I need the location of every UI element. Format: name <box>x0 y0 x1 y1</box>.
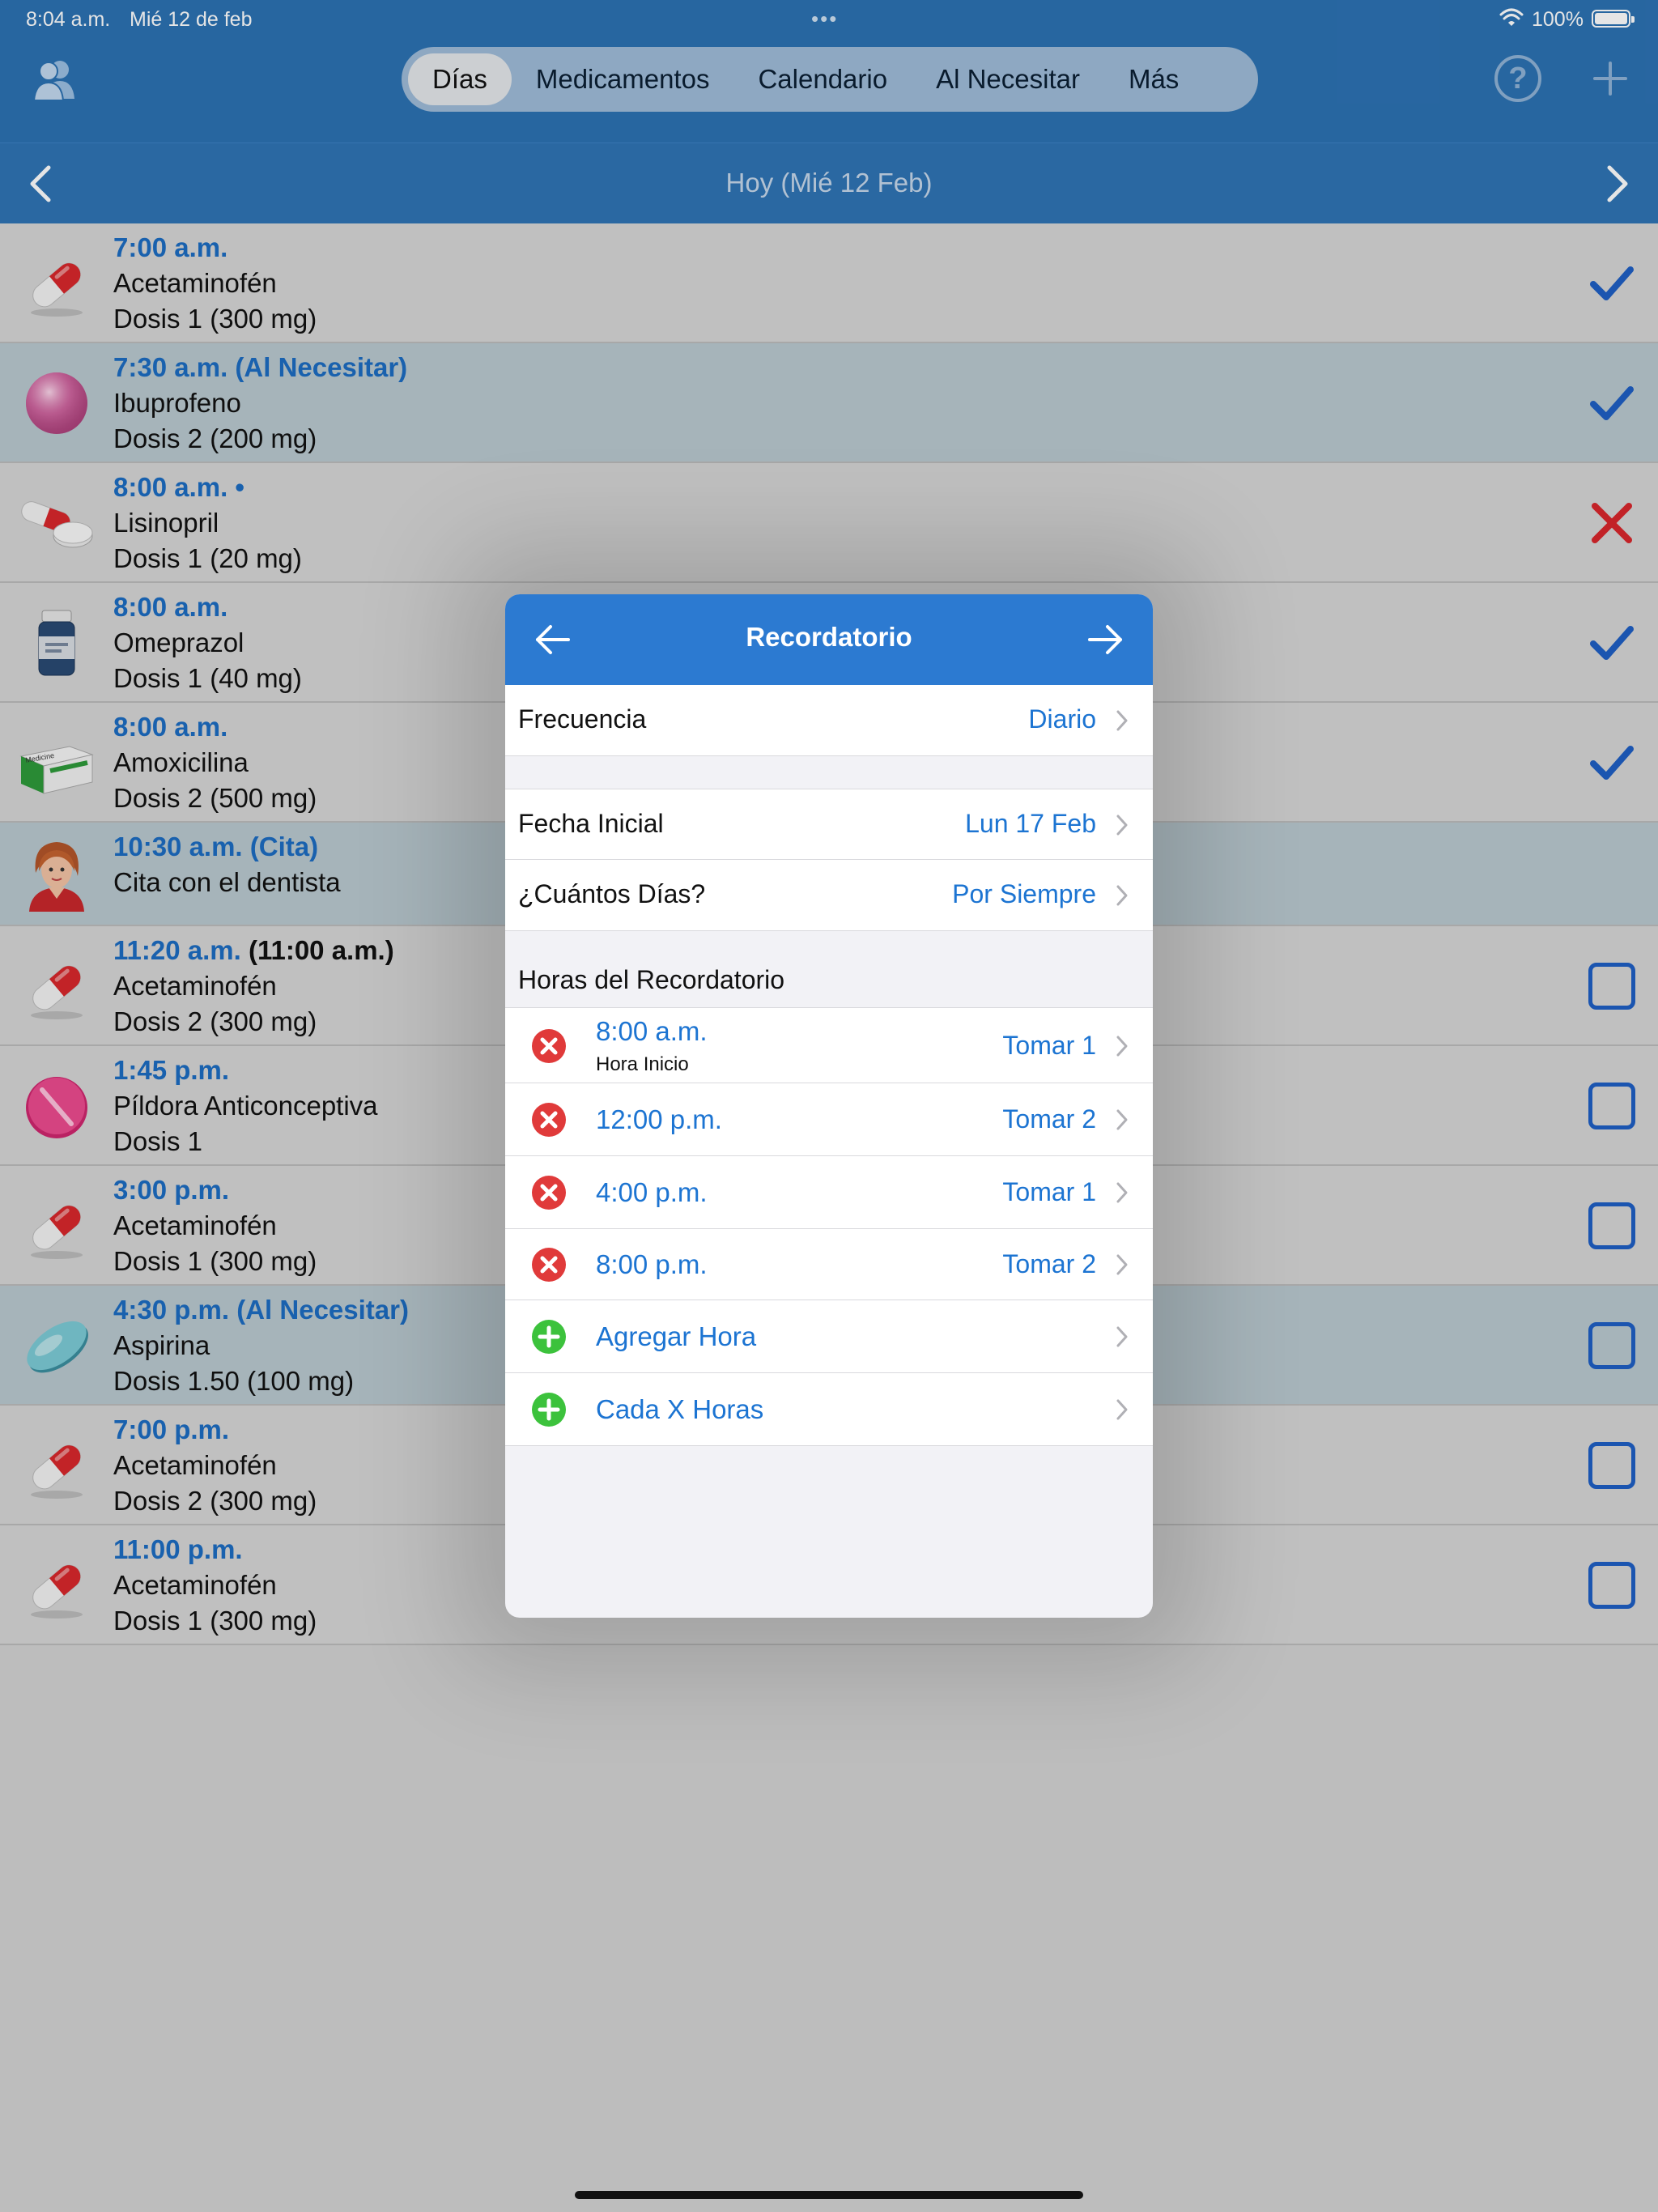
chevron-right-icon <box>1116 710 1128 731</box>
reminder-time-subtitle: Hora Inicio <box>596 1053 689 1075</box>
chevron-right-icon <box>1116 1254 1128 1275</box>
reminder-time-row[interactable]: 12:00 p.m. Tomar 2 <box>505 1083 1153 1156</box>
chevron-right-icon <box>1116 885 1128 906</box>
reminder-time-row[interactable]: 8:00 a.m. Hora Inicio Tomar 1 <box>505 1007 1153 1083</box>
reminder-time: 4:00 p.m. <box>596 1177 708 1207</box>
chevron-right-icon <box>1116 1399 1128 1420</box>
reminder-time-row[interactable]: 8:00 p.m. Tomar 2 <box>505 1229 1153 1300</box>
forward-arrow-icon[interactable] <box>1083 619 1127 661</box>
add-circle-icon <box>532 1393 566 1427</box>
add-circle-icon <box>532 1320 566 1354</box>
reminder-take-amount: Tomar 1 <box>1002 1177 1096 1206</box>
reminder-take-amount: Tomar 1 <box>1002 1031 1096 1060</box>
reminder-take-amount: Tomar 2 <box>1002 1104 1096 1134</box>
add-time-row[interactable]: Agregar Hora <box>505 1300 1153 1373</box>
home-indicator[interactable] <box>575 2191 1083 2199</box>
every-x-hours-label: Cada X Horas <box>596 1394 764 1424</box>
modal-header: Recordatorio <box>505 594 1153 685</box>
remove-circle-icon[interactable] <box>531 1102 567 1138</box>
chevron-right-icon <box>1116 1036 1128 1057</box>
chevron-right-icon <box>1116 1109 1128 1130</box>
start-date-value: Lun 17 Feb <box>965 809 1096 838</box>
start-date-label: Fecha Inicial <box>518 809 664 838</box>
add-time-label: Agregar Hora <box>596 1321 757 1351</box>
reminder-take-amount: Tomar 2 <box>1002 1249 1096 1278</box>
remove-circle-icon[interactable] <box>531 1175 567 1210</box>
remove-circle-icon[interactable] <box>531 1247 567 1283</box>
chevron-right-icon <box>1116 1326 1128 1347</box>
frequency-value: Diario <box>1028 704 1096 734</box>
every-x-hours-row[interactable]: Cada X Horas <box>505 1373 1153 1446</box>
remove-circle-icon[interactable] <box>531 1028 567 1064</box>
frequency-row[interactable]: Frecuencia Diario <box>505 685 1153 756</box>
chevron-right-icon <box>1116 815 1128 836</box>
reminder-time: 8:00 a.m. <box>596 1016 708 1046</box>
reminder-time: 12:00 p.m. <box>596 1104 722 1134</box>
duration-value: Por Siempre <box>952 879 1096 908</box>
chevron-right-icon <box>1116 1182 1128 1203</box>
duration-row[interactable]: ¿Cuántos Días? Por Siempre <box>505 860 1153 931</box>
reminder-times-section-title: Horas del Recordatorio <box>518 965 785 994</box>
reminder-time-row[interactable]: 4:00 p.m. Tomar 1 <box>505 1156 1153 1229</box>
start-date-row[interactable]: Fecha Inicial Lun 17 Feb <box>505 789 1153 860</box>
modal-title: Recordatorio <box>746 622 912 652</box>
reminder-modal: Recordatorio Frecuencia Diario Fecha Ini… <box>505 594 1153 1618</box>
reminder-time: 8:00 p.m. <box>596 1249 708 1279</box>
duration-label: ¿Cuántos Días? <box>518 879 706 908</box>
frequency-label: Frecuencia <box>518 704 647 734</box>
